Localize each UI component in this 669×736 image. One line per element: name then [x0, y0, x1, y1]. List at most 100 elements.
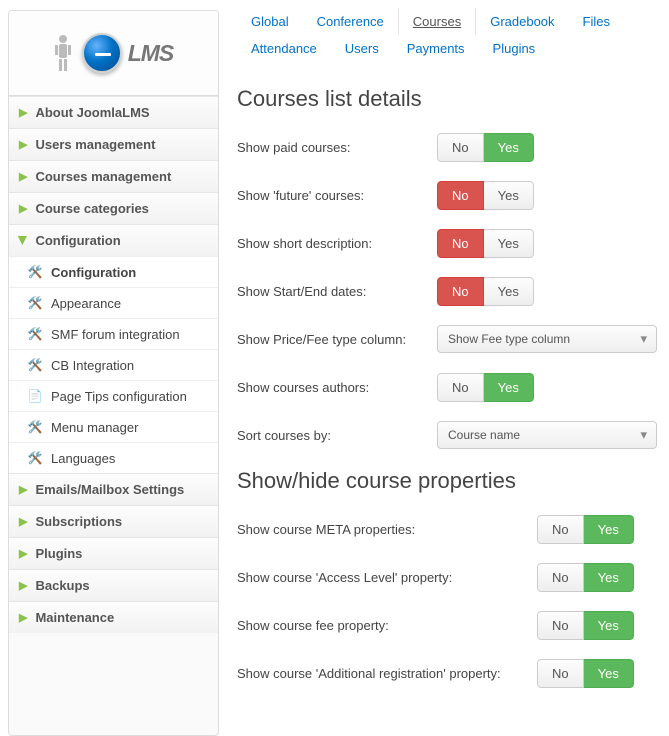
section-title-courses-list: Courses list details [237, 86, 657, 112]
label-show-future: Show 'future' courses: [237, 188, 437, 203]
toggle-yes[interactable]: Yes [484, 373, 534, 402]
toggle-meta[interactable]: No Yes [537, 515, 634, 544]
toggle-yes[interactable]: Yes [484, 277, 534, 306]
tab-conference[interactable]: Conference [303, 8, 398, 35]
toggle-show-future[interactable]: No Yes [437, 181, 534, 210]
chevron-right-icon: ▶ [19, 579, 27, 592]
tab-gradebook[interactable]: Gradebook [476, 8, 568, 35]
label-show-dates: Show Start/End dates: [237, 284, 437, 299]
admin-figure-icon [54, 33, 72, 73]
chevron-right-icon: ▶ [19, 547, 27, 560]
sidebar-label: Subscriptions [35, 514, 122, 529]
toggle-yes[interactable]: Yes [484, 181, 534, 210]
lms-logo-icon [82, 33, 122, 73]
toggle-yes[interactable]: Yes [584, 563, 634, 592]
select-fee-column[interactable]: Show Fee type column [437, 325, 657, 353]
section-title-course-properties: Show/hide course properties [237, 468, 657, 494]
chevron-right-icon: ▶ [19, 202, 27, 215]
tab-courses[interactable]: Courses [398, 8, 476, 35]
label-show-paid: Show paid courses: [237, 140, 437, 155]
tab-plugins[interactable]: Plugins [479, 35, 550, 62]
toggle-show-short[interactable]: No Yes [437, 229, 534, 258]
toggle-no[interactable]: No [437, 229, 484, 258]
toggle-no[interactable]: No [537, 563, 584, 592]
toggle-no[interactable]: No [537, 659, 584, 688]
toggle-show-dates[interactable]: No Yes [437, 277, 534, 306]
label-fee-property: Show course fee property: [237, 618, 537, 633]
sidebar: LMS ▶ About JoomlaLMS ▶Users management ▶… [8, 10, 219, 736]
chevron-down-icon: ▶ [17, 236, 30, 244]
sidebar-label: Plugins [35, 546, 82, 561]
toggle-no[interactable]: No [437, 277, 484, 306]
submenu-item-appearance[interactable]: 🛠️ Appearance [9, 287, 218, 318]
toggle-additional-registration[interactable]: No Yes [537, 659, 634, 688]
tab-files[interactable]: Files [569, 8, 624, 35]
sidebar-label: Emails/Mailbox Settings [35, 482, 184, 497]
lms-logo-text: LMS [128, 40, 174, 67]
toggle-yes[interactable]: Yes [484, 229, 534, 258]
label-sort-by: Sort courses by: [237, 428, 437, 443]
tools-icon: 🛠️ [27, 326, 43, 342]
toggle-show-authors[interactable]: No Yes [437, 373, 534, 402]
chevron-right-icon: ▶ [19, 106, 27, 119]
toggle-no[interactable]: No [537, 515, 584, 544]
toggle-no[interactable]: No [437, 181, 484, 210]
top-tabs: Global Conference Courses Gradebook File… [237, 8, 657, 62]
tab-payments[interactable]: Payments [393, 35, 479, 62]
tools-icon: 🛠️ [27, 450, 43, 466]
sidebar-label: About JoomlaLMS [35, 105, 149, 120]
main-content: Global Conference Courses Gradebook File… [219, 0, 669, 736]
submenu-item-smf[interactable]: 🛠️ SMF forum integration [9, 318, 218, 349]
chevron-right-icon: ▶ [19, 170, 27, 183]
select-value: Show Fee type column [437, 325, 657, 353]
page-icon: 📄 [27, 388, 43, 404]
submenu-item-cb[interactable]: 🛠️CB Integration [9, 349, 218, 380]
lms-logo: LMS [82, 33, 174, 73]
toggle-yes[interactable]: Yes [484, 133, 534, 162]
submenu-label: Page Tips configuration [51, 389, 187, 404]
sidebar-item-subscriptions[interactable]: ▶ Subscriptions [9, 505, 218, 537]
submenu-item-configuration[interactable]: 🛠️Configuration [9, 256, 218, 287]
sidebar-item-backups[interactable]: ▶Backups [9, 569, 218, 601]
toggle-yes[interactable]: Yes [584, 659, 634, 688]
sidebar-item-users-management[interactable]: ▶Users management [9, 128, 218, 160]
toggle-no[interactable]: No [437, 133, 484, 162]
tab-users[interactable]: Users [331, 35, 393, 62]
sidebar-label: Course categories [35, 201, 148, 216]
sidebar-item-emails[interactable]: ▶Emails/Mailbox Settings [9, 473, 218, 505]
chevron-right-icon: ▶ [19, 515, 27, 528]
sidebar-item-maintenance[interactable]: ▶Maintenance [9, 601, 218, 633]
submenu-label: Appearance [51, 296, 121, 311]
toggle-no[interactable]: No [537, 611, 584, 640]
label-show-authors: Show courses authors: [237, 380, 437, 395]
sidebar-item-plugins[interactable]: ▶ Plugins [9, 537, 218, 569]
sidebar-item-configuration[interactable]: ▶Configuration [9, 224, 218, 256]
submenu-label: Languages [51, 451, 115, 466]
toggle-no[interactable]: No [437, 373, 484, 402]
select-sort-by[interactable]: Course name [437, 421, 657, 449]
submenu-item-menu-manager[interactable]: 🛠️ Menu manager [9, 411, 218, 442]
toggle-show-paid[interactable]: No Yes [437, 133, 534, 162]
toggle-fee-property[interactable]: No Yes [537, 611, 634, 640]
sidebar-item-about[interactable]: ▶ About JoomlaLMS [9, 96, 218, 128]
tab-attendance[interactable]: Attendance [237, 35, 331, 62]
sidebar-label: Courses management [35, 169, 171, 184]
tools-icon: 🛠️ [27, 419, 43, 435]
tools-icon: 🛠️ [27, 264, 43, 280]
submenu-label: CB Integration [51, 358, 134, 373]
logo-area: LMS [9, 11, 218, 96]
tab-global[interactable]: Global [237, 8, 303, 35]
toggle-yes[interactable]: Yes [584, 515, 634, 544]
tools-icon: 🛠️ [27, 295, 43, 311]
submenu-item-page-tips[interactable]: 📄 Page Tips configuration [9, 380, 218, 411]
submenu-label: Menu manager [51, 420, 138, 435]
sidebar-item-courses-management[interactable]: ▶ Courses management [9, 160, 218, 192]
select-value: Course name [437, 421, 657, 449]
submenu-item-languages[interactable]: 🛠️ Languages [9, 442, 218, 473]
submenu-label: SMF forum integration [51, 327, 180, 342]
chevron-right-icon: ▶ [19, 138, 27, 151]
sidebar-item-course-categories[interactable]: ▶ Course categories [9, 192, 218, 224]
label-additional-registration: Show course 'Additional registration' pr… [237, 666, 537, 681]
toggle-yes[interactable]: Yes [584, 611, 634, 640]
toggle-access-level[interactable]: No Yes [537, 563, 634, 592]
